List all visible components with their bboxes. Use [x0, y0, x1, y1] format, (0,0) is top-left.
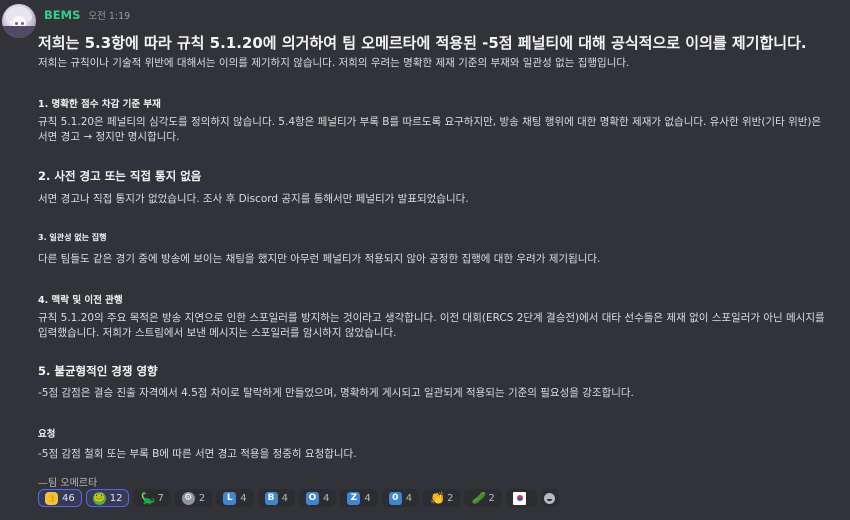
reaction-letter-b[interactable]: B 4	[257, 489, 295, 507]
reaction-frog[interactable]: 🐸 12	[85, 489, 130, 507]
reaction-count: 2	[198, 492, 206, 504]
reaction-letter-z[interactable]: Z 4	[340, 489, 378, 507]
signature: —팀 오메르타	[38, 478, 98, 489]
reaction-count: 2	[447, 492, 454, 504]
pickle-icon: 🥒	[471, 490, 487, 505]
timestamp[interactable]: 오전 1:19	[88, 8, 130, 22]
reaction-count: 7	[157, 492, 164, 504]
reaction-dinosaur[interactable]: 🦕 7	[133, 489, 171, 507]
dinosaur-icon: 🦕	[140, 490, 156, 505]
letter-l-icon: L	[223, 491, 237, 505]
smiley-icon	[544, 492, 556, 504]
add-reaction-button[interactable]	[540, 489, 559, 507]
reaction-bar: 👍 46 🐸 12 🦕 7 ⚙ 2 L 4 B 4 O 4 Z 4 0 4 👏 …	[38, 489, 559, 507]
section-heading-4: 4. 맥락 및 이전 관행	[38, 295, 123, 306]
reaction-count: 2	[488, 492, 495, 504]
reaction-letter-o[interactable]: O 4	[298, 489, 337, 507]
reaction-count: 4	[405, 492, 413, 504]
section-body-4: 규칙 5.1.20의 주요 목적은 방송 지연으로 인한 스포일러를 방지하는 …	[38, 312, 825, 339]
reaction-count: 4	[281, 492, 288, 504]
reaction-gear[interactable]: ⚙ 2	[174, 489, 213, 507]
letter-o-icon: O	[305, 491, 319, 505]
message-header: BEMS 오전 1:19	[44, 8, 130, 24]
avatar[interactable]	[2, 4, 36, 38]
reaction-count: 12	[109, 492, 123, 504]
reaction-count: 4	[322, 492, 330, 504]
south-korea-flag-icon	[512, 491, 526, 505]
request-body: -5점 감점 철회 또는 부록 B에 따른 서면 경고 적용을 정중히 요청합니…	[38, 448, 357, 460]
letter-b-icon: B	[264, 491, 278, 505]
reaction-count: 46	[62, 492, 75, 504]
section-heading-5: 5. 불균형적인 경쟁 영향	[38, 364, 158, 378]
letter-z-icon: Z	[347, 491, 361, 505]
message-title: 저희는 5.3항에 따라 규칙 5.1.20에 의거하여 팀 오메르타에 적용된…	[38, 34, 807, 52]
section-heading-1: 1. 명확한 점수 차감 기준 부재	[38, 99, 161, 110]
reaction-thumbs-up[interactable]: 👍 46	[38, 489, 82, 507]
username[interactable]: BEMS	[44, 8, 80, 22]
section-body-2: 서면 경고나 직접 통지가 없었습니다. 조사 후 Discord 공지를 통해…	[38, 193, 469, 205]
reaction-count: 4	[364, 492, 371, 504]
frog-icon: 🐸	[92, 491, 106, 505]
digit-zero-icon: 0	[388, 491, 402, 505]
thumbs-up-icon: 👍	[45, 491, 58, 505]
reaction-digit-zero[interactable]: 0 4	[381, 489, 420, 507]
clap-icon: 👏	[430, 490, 446, 505]
reaction-count: 4	[240, 492, 247, 504]
reaction-south-korea-flag[interactable]	[505, 489, 537, 507]
request-heading: 요청	[38, 429, 56, 440]
section-body-1: 규칙 5.1.20은 페널티의 심각도를 정의하지 않습니다. 5.4항은 페널…	[38, 116, 822, 143]
section-heading-3: 3. 일관성 없는 집행	[38, 233, 107, 242]
reaction-pickle[interactable]: 🥒 2	[464, 489, 502, 507]
section-body-3: 다른 팀들도 같은 경기 중에 방송에 보이는 채팅을 했지만 아무런 페널티가…	[38, 253, 601, 265]
section-heading-2: 2. 사전 경고 또는 직접 통지 없음	[38, 169, 202, 183]
message-intro: 저희는 규칙이나 기술적 위반에 대해서는 이의를 제기하지 않습니다. 저희의…	[38, 57, 630, 69]
reaction-clap[interactable]: 👏 2	[423, 489, 461, 507]
reaction-letter-l[interactable]: L 4	[216, 489, 254, 507]
gear-icon: ⚙	[181, 491, 195, 505]
section-body-5: -5점 감점은 결승 진출 자격에서 4.5점 차이로 탈락하게 만들었으며, …	[38, 387, 634, 399]
